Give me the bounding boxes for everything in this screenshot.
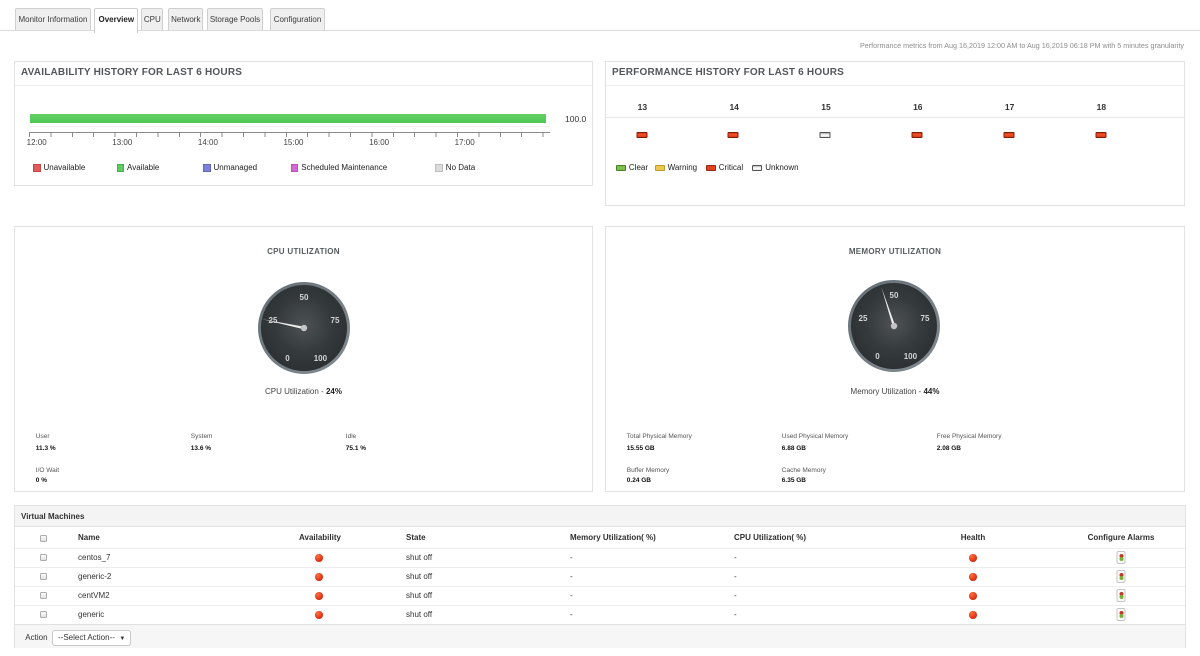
svg-text:100: 100: [903, 352, 917, 361]
svg-text:25: 25: [858, 314, 867, 323]
svg-text:100: 100: [313, 354, 327, 363]
svg-text:25: 25: [268, 316, 277, 325]
svg-text:50: 50: [299, 293, 308, 302]
svg-text:75: 75: [920, 314, 929, 323]
svg-text:75: 75: [330, 316, 339, 325]
svg-text:0: 0: [875, 352, 880, 361]
svg-text:50: 50: [889, 291, 898, 300]
svg-text:0: 0: [285, 354, 290, 363]
